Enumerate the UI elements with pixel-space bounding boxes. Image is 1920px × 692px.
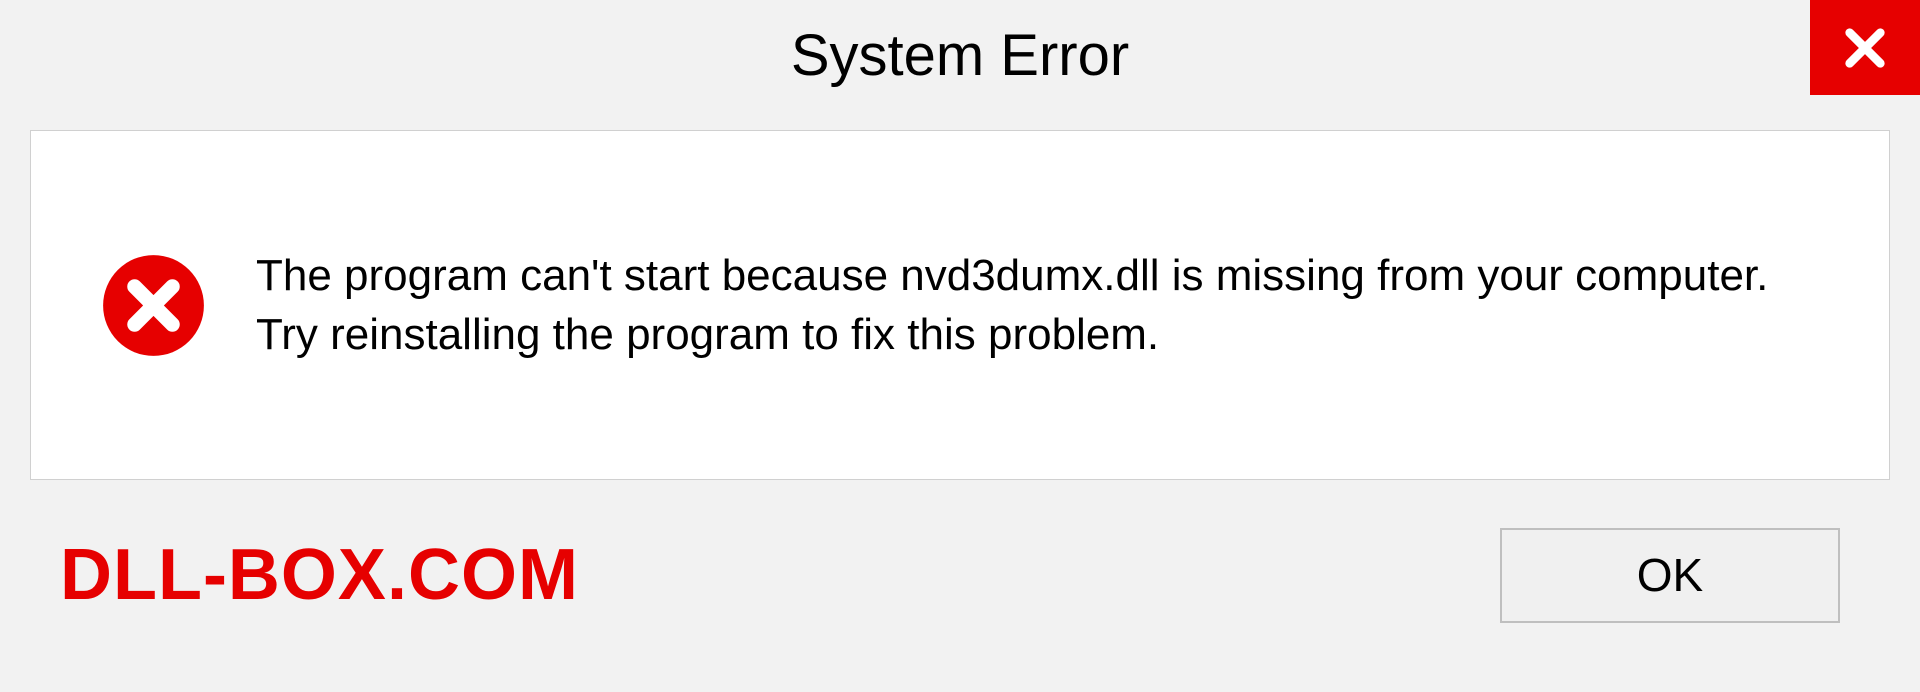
title-bar: System Error	[0, 0, 1920, 110]
error-message: The program can't start because nvd3dumx…	[256, 246, 1819, 365]
dialog-title: System Error	[791, 22, 1129, 89]
close-icon	[1842, 25, 1888, 71]
watermark-text: DLL-BOX.COM	[60, 534, 579, 616]
error-icon	[101, 253, 206, 358]
ok-button[interactable]: OK	[1500, 528, 1840, 623]
close-button[interactable]	[1810, 0, 1920, 95]
message-panel: The program can't start because nvd3dumx…	[30, 130, 1890, 480]
footer: DLL-BOX.COM OK	[30, 480, 1890, 670]
